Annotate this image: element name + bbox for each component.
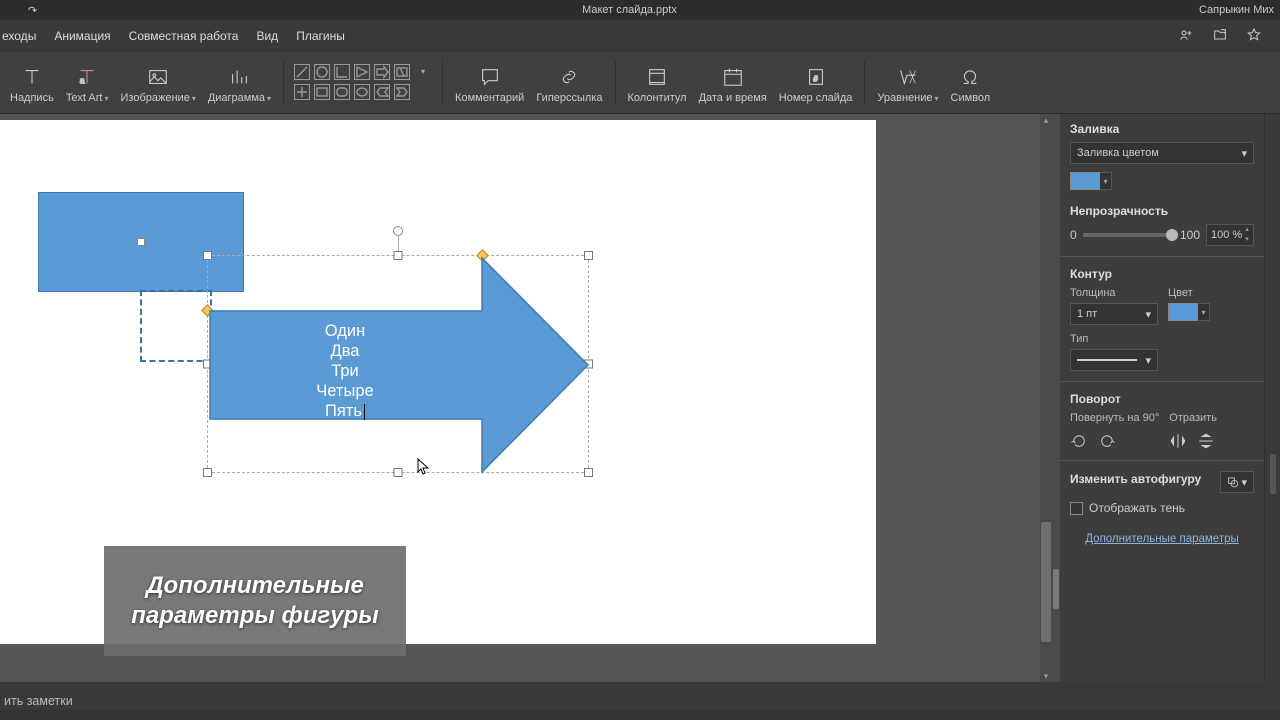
chart-button[interactable]: Диаграмма▾ [202, 60, 277, 106]
hyperlink-label: Гиперссылка [536, 92, 602, 104]
textart-button[interactable]: a Text Art▾ [60, 60, 115, 106]
fill-color-swatch[interactable] [1070, 172, 1100, 190]
image-label: Изображение [121, 92, 190, 104]
selection-box[interactable]: Один Два Три Четыре Пять [207, 255, 589, 473]
fill-type-dropdown[interactable]: Заливка цветом▾ [1070, 142, 1254, 164]
arrow-text[interactable]: Один Два Три Четыре Пять [208, 321, 482, 421]
fill-heading: Заливка [1070, 122, 1254, 136]
shadow-label: Отображать тень [1089, 501, 1185, 515]
fill-color-dropdown[interactable]: ▾ [1100, 172, 1112, 190]
stroke-color-label: Цвет [1168, 287, 1210, 299]
rotation-handle[interactable] [393, 226, 403, 236]
equation-button[interactable]: Уравнение▾ [871, 60, 944, 106]
user-name: Сапрыкин Мих [1199, 4, 1280, 16]
comment-label: Комментарий [455, 92, 524, 104]
spin-down-icon[interactable]: ▾ [1241, 235, 1253, 245]
shape-properties-panel: Заливка Заливка цветом▾ ▾ Непрозрачность… [1060, 114, 1264, 682]
open-location-icon[interactable] [1212, 27, 1228, 46]
canvas-scrollbar[interactable]: ▴ ▾ [1040, 114, 1052, 682]
redo-icon[interactable]: ↷ [28, 5, 37, 17]
headerfooter-button[interactable]: Колонтитул [622, 60, 693, 106]
fill-type-value: Заливка цветом [1077, 147, 1159, 159]
comment-button[interactable]: Комментарий [449, 60, 530, 106]
slider-knob[interactable] [1166, 229, 1178, 241]
workspace: Один Два Три Четыре Пять Дополнительные … [0, 114, 1280, 682]
equation-label: Уравнение [877, 92, 932, 104]
title-bar: ↷ Макет слайда.pptx Сапрыкин Мих [0, 0, 1280, 20]
stroke-type-label: Тип [1070, 333, 1254, 345]
scroll-up-icon[interactable]: ▴ [1040, 114, 1052, 126]
spin-up-icon[interactable]: ▴ [1241, 225, 1253, 235]
flip-label: Отразить [1169, 412, 1217, 424]
star-icon[interactable] [1246, 27, 1262, 46]
canvas-area[interactable]: Один Два Три Четыре Пять Дополнительные … [0, 114, 1040, 682]
shadow-checkbox[interactable]: Отображать тень [1070, 501, 1254, 515]
status-bar [0, 710, 1280, 720]
flip-v-icon[interactable] [1197, 432, 1215, 450]
tab-transitions[interactable]: еходы [2, 29, 36, 43]
slidenum-button[interactable]: # Номер слайда [773, 60, 859, 106]
flip-h-icon[interactable] [1169, 432, 1187, 450]
stroke-type-dropdown[interactable]: ▾ [1070, 349, 1158, 371]
shape-gallery[interactable]: ▾ [290, 62, 436, 104]
tab-view[interactable]: Вид [256, 29, 278, 43]
mouse-cursor-icon [417, 458, 431, 481]
chart-label: Диаграмма [208, 92, 265, 104]
rotate90-label: Повернуть на 90° [1070, 412, 1159, 424]
hyperlink-button[interactable]: Гиперссылка [530, 60, 608, 106]
headerfooter-label: Колонтитул [628, 92, 687, 104]
text-cursor [364, 404, 365, 420]
textbox-button[interactable]: Надпись [4, 60, 60, 106]
stroke-heading: Контур [1070, 267, 1254, 281]
caption-text: Дополнительные параметры фигуры [104, 571, 406, 631]
collapsed-side-tab[interactable] [1264, 114, 1280, 682]
rotate-ccw-icon[interactable] [1070, 432, 1088, 450]
rotate-cw-icon[interactable] [1098, 432, 1116, 450]
side-scroll-thumb[interactable] [1053, 569, 1059, 609]
insert-toolbar: Надпись a Text Art▾ Изображение▾ Диаграм… [0, 52, 1280, 114]
document-title: Макет слайда.pptx [60, 4, 1199, 16]
tab-collaboration[interactable]: Совместная работа [129, 29, 239, 43]
image-button[interactable]: Изображение▾ [115, 60, 202, 106]
center-handle[interactable] [137, 238, 145, 246]
opacity-max: 100 [1180, 228, 1200, 242]
stroke-color-dropdown[interactable]: ▾ [1198, 303, 1210, 321]
opacity-min: 0 [1070, 228, 1077, 242]
caption-overlay: Дополнительные параметры фигуры [104, 546, 406, 656]
opacity-value[interactable]: 100 % ▴▾ [1206, 224, 1254, 246]
slide[interactable]: Один Два Три Четыре Пять Дополнительные … [0, 120, 876, 644]
share-icon[interactable] [1178, 27, 1194, 46]
svg-text:a: a [80, 75, 86, 85]
side-scrollbar[interactable] [1052, 114, 1060, 682]
stroke-width-dropdown[interactable]: 1 пт▾ [1070, 303, 1158, 325]
symbol-label: Символ [951, 92, 991, 104]
rotate-heading: Поворот [1070, 392, 1254, 406]
datetime-label: Дата и время [699, 92, 767, 104]
datetime-button[interactable]: Дата и время [693, 60, 773, 106]
tab-plugins[interactable]: Плагины [296, 29, 345, 43]
change-autoshape-heading: Изменить автофигуру [1070, 472, 1201, 486]
symbol-button[interactable]: Символ [945, 60, 997, 106]
opacity-heading: Непрозрачность [1070, 204, 1254, 218]
textart-label: Text Art [66, 92, 103, 104]
stroke-color-swatch[interactable] [1168, 303, 1198, 321]
advanced-settings-link[interactable]: Дополнительные параметры [1070, 533, 1254, 545]
dashed-placeholder[interactable] [140, 290, 212, 362]
slidenum-label: Номер слайда [779, 92, 853, 104]
tab-animation[interactable]: Анимация [54, 29, 110, 43]
opacity-slider[interactable] [1083, 233, 1174, 237]
menu-bar: еходы Анимация Совместная работа Вид Пла… [0, 20, 1280, 52]
change-autoshape-dropdown[interactable]: ▾ [1220, 471, 1254, 493]
svg-text:#: # [813, 74, 818, 83]
textbox-label: Надпись [10, 92, 54, 104]
stroke-width-label: Толщина [1070, 287, 1158, 299]
scroll-thumb[interactable] [1041, 522, 1051, 642]
notes-placeholder: ить заметки [4, 694, 73, 708]
scroll-down-icon[interactable]: ▾ [1040, 670, 1052, 682]
